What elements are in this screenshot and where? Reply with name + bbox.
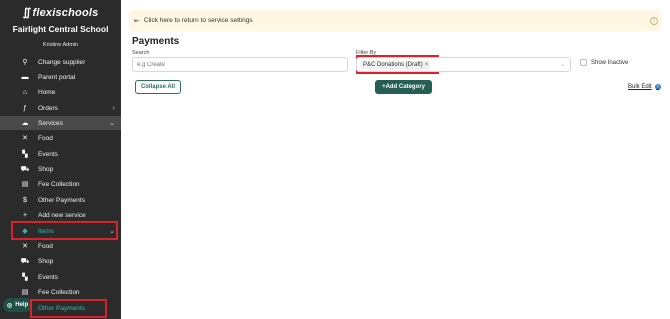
sidebar-item-label: Shop	[38, 165, 54, 173]
orders-icon: ƒ	[23, 104, 27, 112]
sidebar-item-home[interactable]: ⌂ Home	[0, 85, 121, 99]
ticket-icon: ▚	[22, 151, 28, 158]
utensils-icon: ✕	[22, 243, 28, 250]
sidebar-item-label: Food	[38, 134, 53, 142]
school-name: Fairlight Central School	[12, 24, 109, 34]
sidebar-item-orders[interactable]: ƒ Orders ›	[0, 101, 121, 115]
chevron-down-icon: ⌄	[109, 120, 115, 127]
receipt-icon: ▤	[21, 181, 29, 188]
sidebar-subitem-food[interactable]: ✕ Food	[0, 131, 121, 145]
sidebar-item-label: Parent portal	[38, 73, 76, 81]
bulk-edit-link[interactable]: Bulk Edit ?	[628, 84, 661, 90]
app-root: ∬flexischools Fairlight Central School K…	[0, 0, 670, 319]
sidebar-item-change-supplier[interactable]: ⚲ Change supplier	[0, 55, 121, 69]
sidebar-item-label: Home	[38, 88, 56, 96]
sidebar-item-label: Items	[38, 227, 54, 235]
brand-logo[interactable]: ∬flexischools	[0, 6, 121, 19]
sidebar-item-label: Services	[38, 119, 63, 127]
sidebar-subitem-items-fee-collection[interactable]: ▤ Fee Collection	[0, 285, 121, 299]
sidebar-item-label: Shop	[38, 257, 54, 265]
banner-text: Click here to return to service settings	[143, 17, 253, 24]
home-icon: ⌂	[22, 88, 28, 96]
sidebar-item-services[interactable]: ☁ Services ⌄	[0, 116, 121, 130]
sidebar-item-label: Food	[38, 242, 53, 250]
show-inactive-label: Show Inactive	[591, 59, 629, 66]
return-to-settings-banner[interactable]: ⇤ Click here to return to service settin…	[129, 10, 661, 31]
sidebar-item-label: Other Payments	[38, 304, 85, 312]
remove-chip-icon[interactable]: ×	[425, 62, 429, 68]
back-arrow-icon: ⇤	[134, 17, 140, 25]
chevron-down-icon: ⌄	[109, 228, 115, 235]
filter-label: Filter By	[356, 50, 377, 56]
sidebar-subitem-items-shop[interactable]: ⛟ Shop	[0, 254, 121, 268]
sidebar-item-parent-portal[interactable]: ▬ Parent portal	[0, 70, 121, 84]
filter-chip-label: P&C Donations (Draft)	[363, 61, 423, 68]
sidebar-subitem-add-new-service[interactable]: + Add new service	[0, 208, 121, 222]
sidebar-subitem-fee-collection[interactable]: ▤ Fee Collection	[0, 177, 121, 191]
services-icon: ☁	[21, 120, 29, 127]
bulk-edit-label: Bulk Edit	[628, 84, 652, 90]
flexischools-logo-icon: ∬	[22, 7, 32, 19]
user-name: Kristine Admin	[42, 42, 79, 48]
sidebar-item-label: Change supplier	[38, 58, 86, 66]
sidebar-item-label: Events	[38, 150, 58, 158]
info-icon[interactable]: i	[650, 16, 658, 25]
cart-icon: ⛟	[20, 257, 30, 265]
tag-icon: ◆	[22, 228, 28, 235]
sidebar-item-label: Fee Collection	[38, 288, 80, 296]
sidebar-subitem-shop[interactable]: ⛟ Shop	[0, 162, 121, 176]
sidebar-item-label: Orders	[38, 104, 58, 112]
help-button[interactable]: ◎ Help	[3, 298, 33, 312]
sidebar-item-items[interactable]: ◆ Items ⌄	[0, 224, 121, 238]
chevron-down-icon[interactable]: ⌄	[560, 61, 565, 68]
sidebar-item-label: Add new service	[38, 211, 86, 219]
utensils-icon: ✕	[22, 135, 28, 142]
receipt-icon: ▤	[21, 289, 29, 296]
show-inactive-checkbox[interactable]	[580, 59, 587, 66]
sidebar-item-label: Other Payments	[38, 196, 85, 204]
sidebar-subitem-items-events[interactable]: ▚ Events	[0, 270, 121, 284]
collapse-all-button[interactable]: Collapse All	[135, 80, 181, 94]
location-pin-icon: ⚲	[22, 59, 28, 66]
cart-icon: ⛟	[20, 165, 30, 173]
sidebar: ∬flexischools Fairlight Central School K…	[0, 0, 121, 319]
sidebar-item-label: Fee Collection	[38, 180, 80, 188]
sofa-icon: ▬	[21, 73, 29, 81]
sidebar-subitem-items-food[interactable]: ✕ Food	[0, 239, 121, 253]
show-inactive-toggle[interactable]: Show Inactive	[580, 59, 628, 66]
sidebar-item-label: Events	[38, 273, 58, 281]
page-title: Payments	[132, 36, 180, 47]
search-label: Search	[132, 50, 150, 56]
sidebar-subitem-other-payments[interactable]: $ Other Payments	[0, 193, 121, 207]
chat-bubble-icon: ◎	[7, 302, 13, 309]
filter-select[interactable]: P&C Donations (Draft) × ⌄	[356, 57, 571, 72]
add-category-button[interactable]: +Add Category	[375, 80, 432, 94]
ticket-icon: ▚	[22, 274, 28, 281]
help-icon[interactable]: ?	[654, 84, 661, 90]
plus-icon: +	[22, 211, 28, 219]
sidebar-subitem-events[interactable]: ▚ Events	[0, 147, 121, 161]
help-label: Help	[15, 302, 29, 308]
dollar-icon: $	[23, 196, 27, 204]
brand-name: flexischools	[32, 7, 99, 19]
chevron-right-icon: ›	[112, 104, 115, 112]
search-input[interactable]	[132, 57, 348, 72]
filter-chip[interactable]: P&C Donations (Draft) ×	[361, 60, 431, 69]
